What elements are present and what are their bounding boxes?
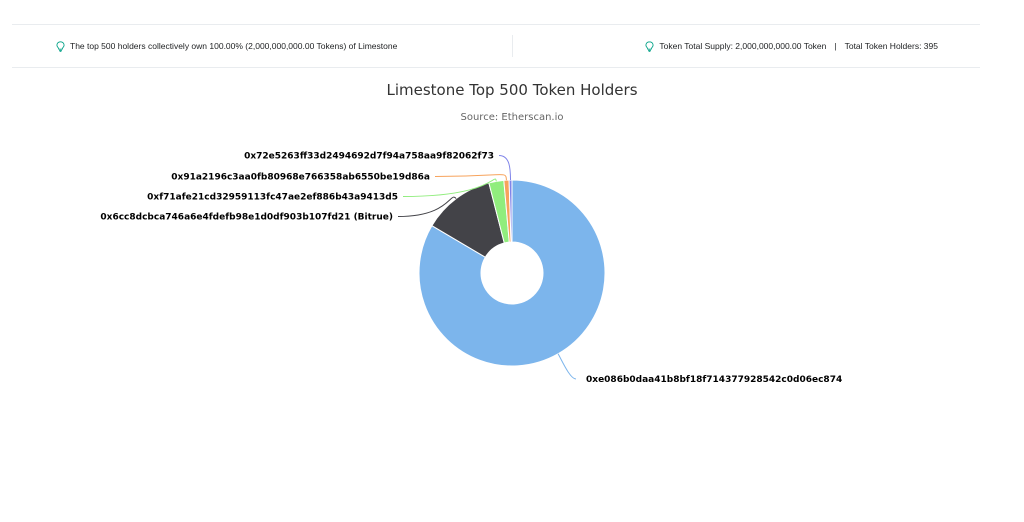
slice-label: 0x72e5263ff33d2494692d7f94a758aa9f82062f… bbox=[244, 152, 494, 162]
total-holders-text: Total Token Holders: 395 bbox=[844, 41, 938, 51]
chart-title: Limestone Top 500 Token Holders bbox=[386, 81, 637, 99]
holders-pie-chart: Limestone Top 500 Token Holders Source: … bbox=[100, 81, 842, 385]
ownership-summary-text: The top 500 holders collectively own 100… bbox=[70, 41, 398, 51]
ownership-summary: The top 500 holders collectively own 100… bbox=[56, 25, 397, 67]
lightbulb-icon bbox=[56, 40, 65, 52]
lightbulb-icon bbox=[645, 40, 654, 52]
divider bbox=[512, 35, 513, 57]
label-connector bbox=[498, 155, 512, 181]
slice-label: 0xe086b0daa41b8bf18f714377928542c0d06ec8… bbox=[586, 375, 842, 385]
label-connector bbox=[557, 353, 577, 380]
page: The top 500 holders collectively own 100… bbox=[0, 0, 1024, 522]
total-supply-text: Token Total Supply: 2,000,000,000.00 Tok… bbox=[659, 41, 827, 51]
chart-subtitle: Source: Etherscan.io bbox=[461, 112, 564, 123]
separator: | bbox=[834, 41, 837, 51]
slice-label: 0xf71afe21cd32959113fc47ae2ef886b43a9413… bbox=[147, 193, 398, 203]
supply-summary: Token Total Supply: 2,000,000,000.00 Tok… bbox=[645, 25, 938, 67]
slice-label: 0x91a2196c3aa0fb80968e766358ab6550be19d8… bbox=[171, 173, 430, 183]
pie-slices bbox=[418, 179, 606, 367]
slice-label: 0x6cc8dcbca746a6e4fdefb98e1d0df903b107fd… bbox=[100, 213, 393, 223]
holders-info-bar: The top 500 holders collectively own 100… bbox=[12, 24, 980, 68]
